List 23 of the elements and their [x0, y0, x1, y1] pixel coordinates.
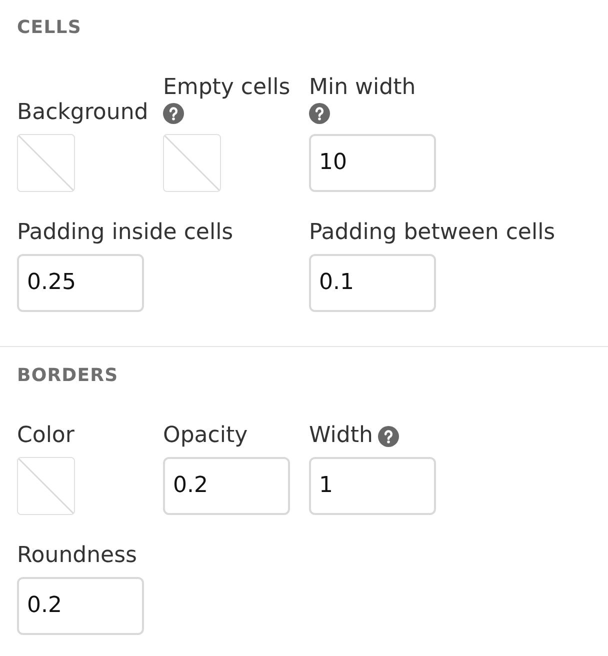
- field-label: Empty cells: [163, 75, 290, 101]
- field-label: Color: [17, 423, 74, 449]
- field-label: Min width: [309, 75, 416, 101]
- number-input[interactable]: 0.25: [17, 254, 144, 312]
- color-swatch[interactable]: [17, 457, 75, 515]
- section-heading: CELLS: [17, 17, 82, 39]
- number-input[interactable]: 0.1: [309, 254, 436, 312]
- field-label: Padding between cells: [309, 220, 556, 246]
- number-input[interactable]: 1: [309, 457, 436, 515]
- field-label: Background: [17, 100, 148, 126]
- field-label: Roundness: [17, 543, 138, 569]
- number-input[interactable]: 0.2: [163, 457, 290, 515]
- color-swatch[interactable]: [163, 134, 221, 192]
- number-input[interactable]: 10: [309, 134, 436, 192]
- help-icon[interactable]: [309, 103, 330, 124]
- field-label: Width: [309, 423, 373, 449]
- number-input[interactable]: 0.2: [17, 577, 144, 635]
- color-swatch[interactable]: [17, 134, 75, 192]
- help-icon[interactable]: [163, 103, 184, 124]
- help-icon[interactable]: [378, 426, 399, 446]
- field-label: Padding inside cells: [17, 220, 234, 246]
- field-label: Opacity: [163, 423, 248, 449]
- section-heading: BORDERS: [17, 365, 118, 387]
